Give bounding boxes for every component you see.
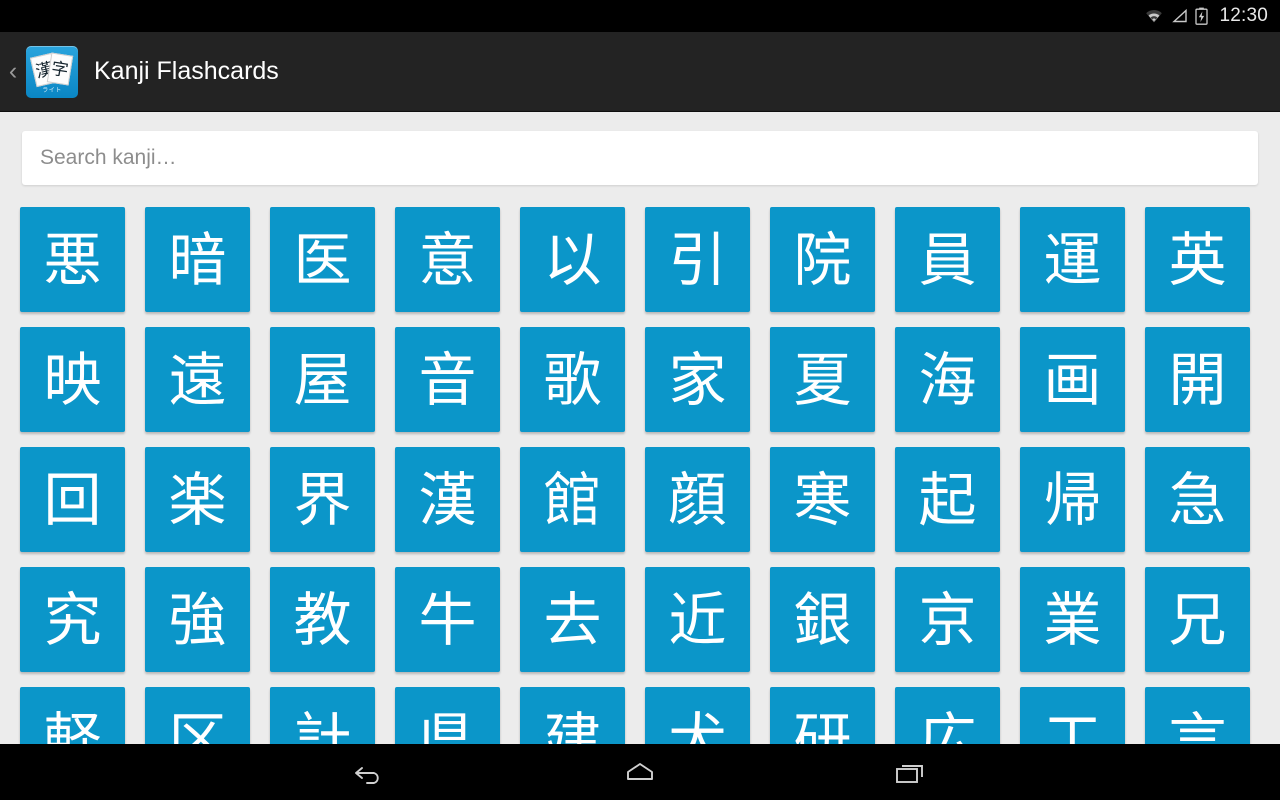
kanji-tile[interactable]: 去 xyxy=(520,567,625,672)
kanji-tile[interactable]: 顔 xyxy=(645,447,750,552)
kanji-tile[interactable]: 画 xyxy=(1020,327,1125,432)
back-nav-button[interactable] xyxy=(335,750,405,794)
kanji-tile[interactable]: 員 xyxy=(895,207,1000,312)
kanji-tile[interactable]: 起 xyxy=(895,447,1000,552)
kanji-tile[interactable]: 海 xyxy=(895,327,1000,432)
kanji-tile[interactable]: 計 xyxy=(270,687,375,744)
kanji-tile[interactable]: 京 xyxy=(895,567,1000,672)
kanji-tile[interactable]: 楽 xyxy=(145,447,250,552)
kanji-tile[interactable]: 回 xyxy=(20,447,125,552)
kanji-tile[interactable]: 寒 xyxy=(770,447,875,552)
kanji-tile[interactable]: 夏 xyxy=(770,327,875,432)
battery-charging-icon xyxy=(1195,7,1209,25)
kanji-tile[interactable]: 区 xyxy=(145,687,250,744)
kanji-tile[interactable]: 運 xyxy=(1020,207,1125,312)
home-nav-button[interactable] xyxy=(605,750,675,794)
app-icon-card-front: 字 xyxy=(46,51,74,86)
kanji-tile[interactable]: 暗 xyxy=(145,207,250,312)
action-bar: ‹ 漢 字 ライト Kanji Flashcards xyxy=(0,32,1280,112)
kanji-tile[interactable]: 建 xyxy=(520,687,625,744)
kanji-tile[interactable]: 兄 xyxy=(1145,567,1250,672)
app-icon-sub-label: ライト xyxy=(42,87,62,94)
kanji-tile[interactable]: 教 xyxy=(270,567,375,672)
kanji-tile[interactable]: 究 xyxy=(20,567,125,672)
kanji-tile[interactable]: 近 xyxy=(645,567,750,672)
status-bar: 12:30 xyxy=(0,0,1280,32)
system-navigation-bar xyxy=(0,744,1280,800)
main-content: 悪暗医意以引院員運英映遠屋音歌家夏海画開回楽界漢館顔寒起帰急究強教牛去近銀京業兄… xyxy=(0,112,1280,744)
kanji-tile[interactable]: 歌 xyxy=(520,327,625,432)
kanji-tile[interactable]: 以 xyxy=(520,207,625,312)
kanji-tile[interactable]: 館 xyxy=(520,447,625,552)
kanji-tile[interactable]: 開 xyxy=(1145,327,1250,432)
kanji-tile[interactable]: 医 xyxy=(270,207,375,312)
kanji-tile[interactable]: 軽 xyxy=(20,687,125,744)
signal-icon xyxy=(1171,8,1188,24)
kanji-tile[interactable]: 言 xyxy=(1145,687,1250,744)
kanji-tile[interactable]: 銀 xyxy=(770,567,875,672)
up-navigation-caret-icon[interactable]: ‹ xyxy=(0,59,26,84)
search-input[interactable] xyxy=(22,131,1258,185)
wifi-icon xyxy=(1144,8,1164,24)
kanji-tile[interactable]: 家 xyxy=(645,327,750,432)
kanji-tile[interactable]: 広 xyxy=(895,687,1000,744)
kanji-tile[interactable]: 院 xyxy=(770,207,875,312)
kanji-tile[interactable]: 屋 xyxy=(270,327,375,432)
recents-nav-button[interactable] xyxy=(875,750,945,794)
kanji-flashcards-app-icon[interactable]: 漢 字 ライト xyxy=(26,45,78,98)
kanji-tile[interactable]: 牛 xyxy=(395,567,500,672)
kanji-tile[interactable]: 映 xyxy=(20,327,125,432)
kanji-tile[interactable]: 帰 xyxy=(1020,447,1125,552)
app-title: Kanji Flashcards xyxy=(94,57,279,85)
kanji-tile[interactable]: 英 xyxy=(1145,207,1250,312)
kanji-tile[interactable]: 意 xyxy=(395,207,500,312)
status-bar-clock: 12:30 xyxy=(1219,5,1268,26)
kanji-tile[interactable]: 引 xyxy=(645,207,750,312)
kanji-tile[interactable]: 急 xyxy=(1145,447,1250,552)
kanji-tile[interactable]: 悪 xyxy=(20,207,125,312)
kanji-tile[interactable]: 工 xyxy=(1020,687,1125,744)
kanji-tile[interactable]: 犬 xyxy=(645,687,750,744)
kanji-tile[interactable]: 音 xyxy=(395,327,500,432)
kanji-tile[interactable]: 業 xyxy=(1020,567,1125,672)
kanji-tile[interactable]: 漢 xyxy=(395,447,500,552)
android-screen: 12:30 ‹ 漢 字 ライト Kanji Flashcards 悪暗医意以引院… xyxy=(0,0,1280,800)
kanji-tile[interactable]: 遠 xyxy=(145,327,250,432)
kanji-tile[interactable]: 強 xyxy=(145,567,250,672)
kanji-tile[interactable]: 県 xyxy=(395,687,500,744)
kanji-tile[interactable]: 研 xyxy=(770,687,875,744)
kanji-tile[interactable]: 界 xyxy=(270,447,375,552)
kanji-grid: 悪暗医意以引院員運英映遠屋音歌家夏海画開回楽界漢館顔寒起帰急究強教牛去近銀京業兄… xyxy=(20,207,1260,744)
